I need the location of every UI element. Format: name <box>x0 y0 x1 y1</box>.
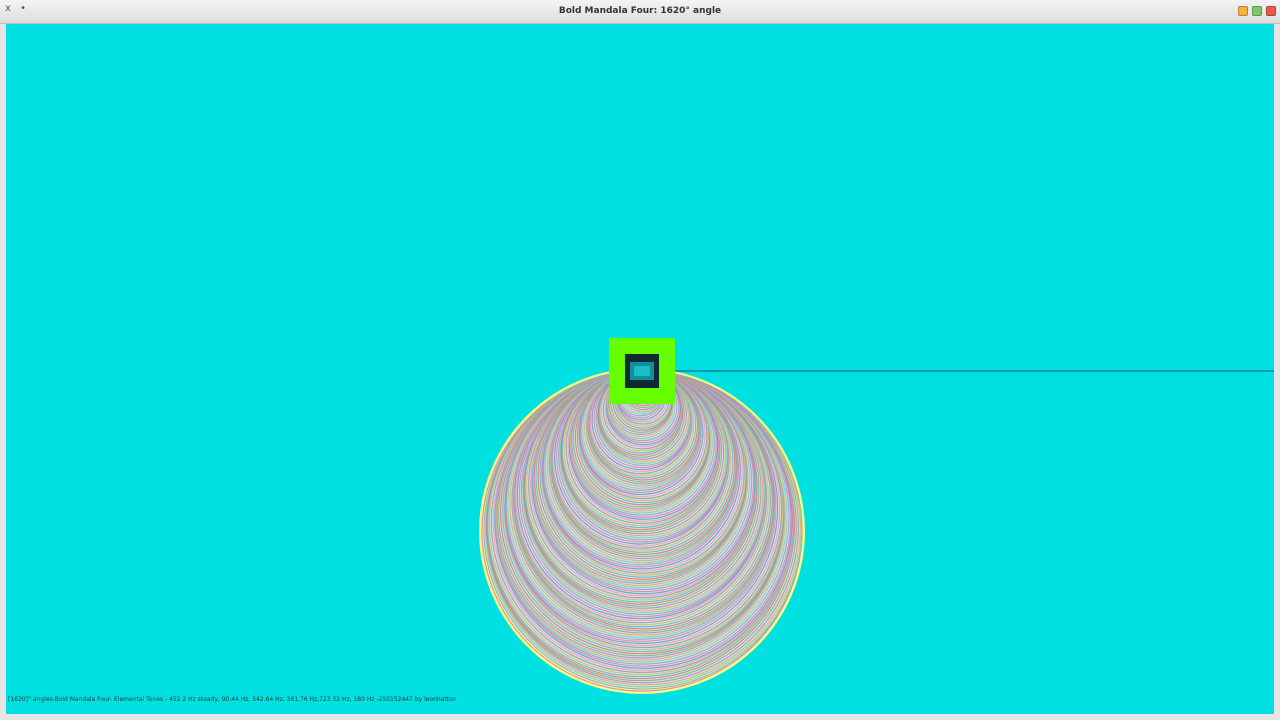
close-icon[interactable] <box>1266 6 1276 16</box>
minimize-icon[interactable] <box>1238 6 1248 16</box>
mandala-artwork <box>479 338 1274 694</box>
drawing-canvas[interactable]: [1620]° angles-Bold Mandala Four- Elemen… <box>6 24 1274 714</box>
window-title: Bold Mandala Four: 1620° angle <box>558 6 722 16</box>
cursor-inner-core <box>634 366 650 376</box>
title-bar[interactable]: x • Bold Mandala Four: 1620° angle <box>0 0 1280 24</box>
status-caption: [1620]° angles-Bold Mandala Four- Elemen… <box>8 696 457 703</box>
app-window: x • Bold Mandala Four: 1620° angle [1620… <box>0 0 1280 720</box>
mandala-rings <box>479 368 805 694</box>
window-controls <box>1238 6 1276 16</box>
maximize-icon[interactable] <box>1252 6 1262 16</box>
cursor-square <box>609 338 675 404</box>
